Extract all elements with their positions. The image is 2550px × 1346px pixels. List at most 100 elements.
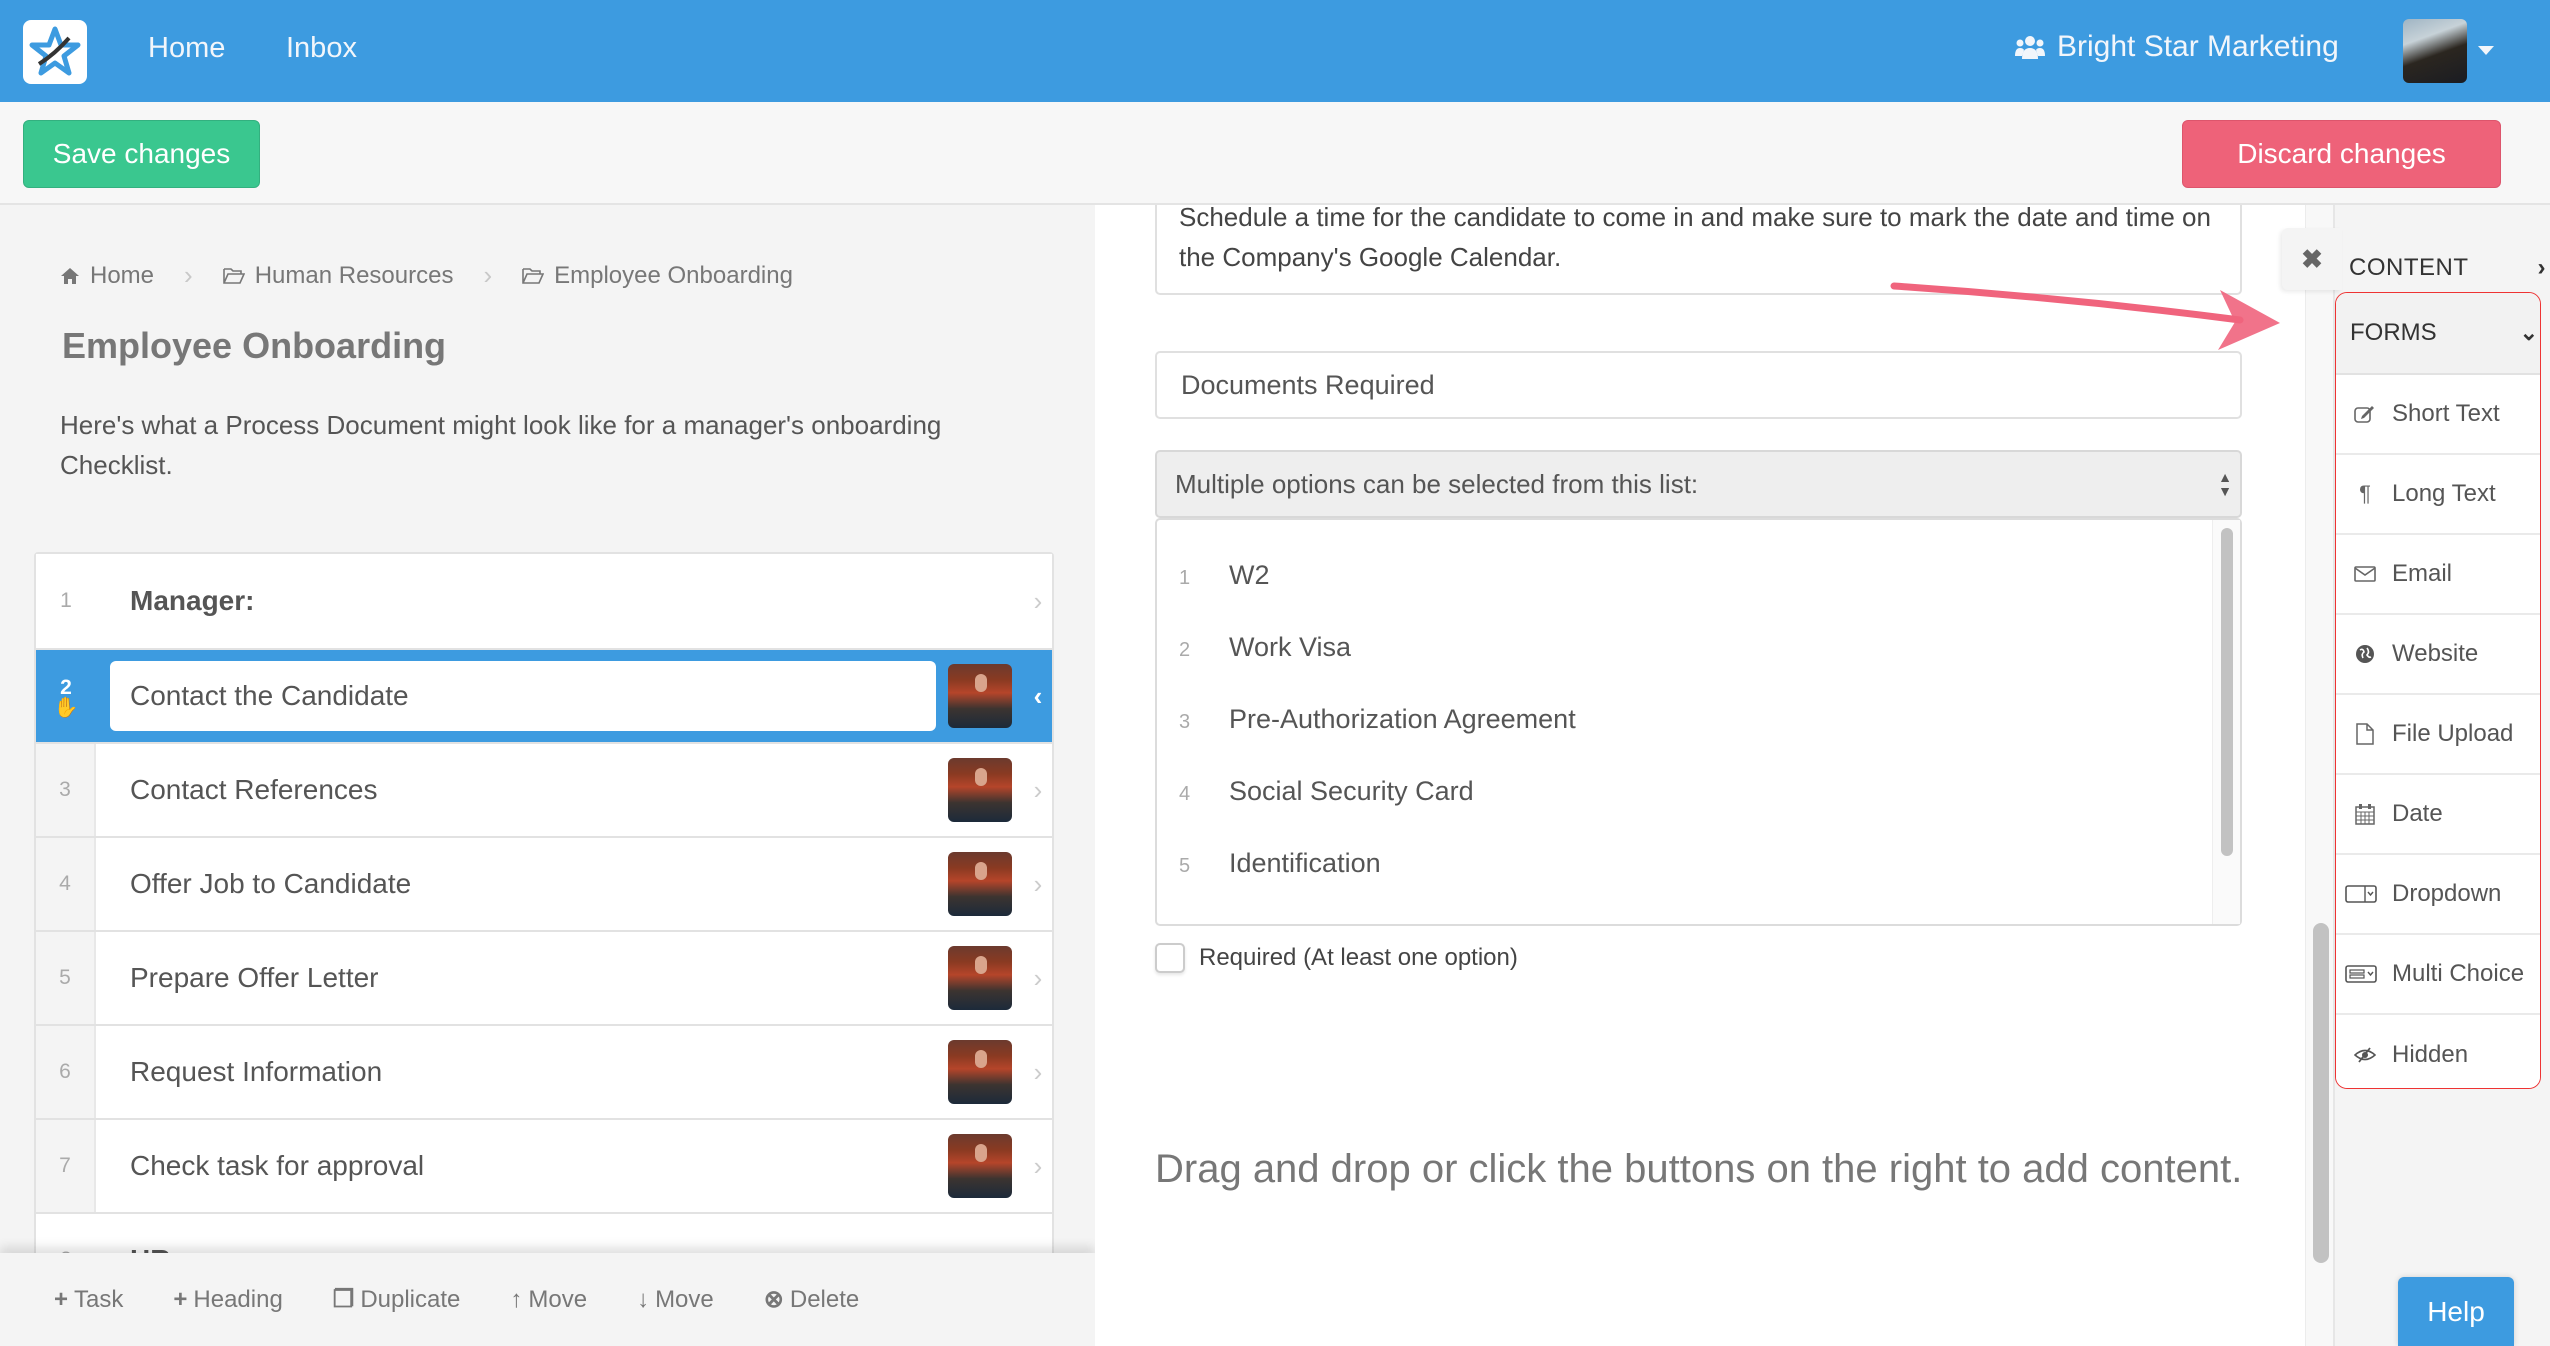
- task-row[interactable]: 1 Manager: ›: [36, 554, 1052, 648]
- task-row-active[interactable]: 2 ✋ Contact the Candidate ‹: [36, 648, 1052, 742]
- options-scrollbar[interactable]: [2212, 520, 2240, 924]
- options-list[interactable]: 1 W2 2 Work Visa 3 Pre-Authorization Agreem…: [1155, 518, 2242, 926]
- help-button[interactable]: Help: [2398, 1277, 2514, 1346]
- move-up-button[interactable]: ↑ Move: [510, 1286, 587, 1314]
- add-file-upload-button[interactable]: File Upload: [2336, 695, 2540, 775]
- section-label: CONTENT: [2349, 254, 2469, 281]
- option-item[interactable]: 2 Work Visa: [1179, 632, 1351, 663]
- task-number: 6: [36, 1026, 96, 1118]
- chevron-right-icon: ›: [1033, 774, 1043, 805]
- save-changes-button[interactable]: Save changes: [23, 120, 260, 188]
- plus-icon: +: [173, 1285, 188, 1313]
- add-website-button[interactable]: Website: [2336, 615, 2540, 695]
- caret-down-icon[interactable]: [2478, 46, 2494, 55]
- document-panel: Home › Human Resources › Employee Onboar…: [0, 205, 1095, 1346]
- option-item[interactable]: 3 Pre-Authorization Agreement: [1179, 704, 1576, 735]
- option-number: 5: [1179, 855, 1191, 877]
- form-item-label: Multi Choice: [2392, 960, 2525, 987]
- task-label-input[interactable]: Contact the Candidate: [110, 661, 936, 731]
- form-item-label: File Upload: [2392, 720, 2514, 747]
- task-row[interactable]: 6 Request Information ›: [36, 1024, 1052, 1118]
- add-short-text-button[interactable]: Short Text: [2336, 375, 2540, 455]
- editor-scrollbar[interactable]: [2305, 205, 2335, 1346]
- assignee-avatar[interactable]: [948, 1040, 1012, 1104]
- nav-home-link[interactable]: Home: [148, 32, 225, 65]
- option-item[interactable]: 4 Social Security Card: [1179, 776, 1474, 807]
- form-item-label: Hidden: [2392, 1041, 2469, 1068]
- arrow-up-icon: ↑: [510, 1285, 523, 1313]
- option-number: 3: [1179, 711, 1191, 733]
- discard-changes-button[interactable]: Discard changes: [2182, 120, 2501, 188]
- close-sidebar-button[interactable]: ✖: [2282, 228, 2342, 290]
- nav-inbox-link[interactable]: Inbox: [286, 32, 357, 65]
- option-label: Pre-Authorization Agreement: [1229, 704, 1576, 734]
- chevron-right-icon: ›: [1033, 1150, 1043, 1181]
- scrollbar-thumb[interactable]: [2313, 923, 2329, 1263]
- user-avatar[interactable]: [2403, 19, 2467, 83]
- forms-section: FORMS ⌄ Short Text ¶ Long Text Email Web…: [2335, 292, 2541, 1089]
- breadcrumb-home[interactable]: Home: [60, 262, 154, 290]
- add-heading-button[interactable]: + Heading: [173, 1286, 282, 1314]
- add-date-button[interactable]: Date: [2336, 775, 2540, 855]
- task-number: 2 ✋: [36, 650, 96, 742]
- option-item[interactable]: 5 Identification: [1179, 848, 1381, 879]
- assignee-avatar[interactable]: [948, 758, 1012, 822]
- eye-slash-icon: [2352, 1047, 2378, 1063]
- globe-icon: [2352, 644, 2378, 664]
- forms-section-toggle[interactable]: FORMS ⌄: [2336, 293, 2540, 375]
- required-label: Required (At least one option): [1199, 944, 1518, 971]
- chevron-right-icon: ›: [1033, 962, 1043, 993]
- task-label: Request Information: [130, 1056, 383, 1087]
- copy-icon: ❐: [332, 1286, 355, 1313]
- select-value: Multiple options can be selected from th…: [1175, 468, 1699, 499]
- required-checkbox[interactable]: [1155, 943, 1185, 973]
- organization-switcher[interactable]: Bright Star Marketing: [2015, 30, 2339, 64]
- assignee-avatar[interactable]: [948, 946, 1012, 1010]
- chevron-right-icon: ›: [1033, 585, 1043, 616]
- add-multi-choice-button[interactable]: Multi Choice: [2336, 935, 2540, 1015]
- move-down-button[interactable]: ↓ Move: [637, 1286, 714, 1314]
- option-number: 2: [1179, 639, 1191, 661]
- task-label: Prepare Offer Letter: [130, 962, 379, 993]
- form-item-label: Date: [2392, 800, 2443, 827]
- app-logo[interactable]: [23, 20, 87, 84]
- task-editor: Schedule a time for the candidate to com…: [1095, 205, 2305, 1346]
- add-task-button[interactable]: + Task: [54, 1286, 123, 1314]
- task-number: 4: [36, 838, 96, 930]
- add-email-button[interactable]: Email: [2336, 535, 2540, 615]
- duplicate-button[interactable]: ❐ Duplicate: [333, 1285, 461, 1314]
- chevron-down-icon: ⌄: [2519, 320, 2538, 345]
- users-icon: [2015, 36, 2045, 59]
- page-title: Employee Onboarding: [62, 325, 447, 366]
- scrollbar-thumb[interactable]: [2221, 528, 2233, 856]
- assignee-avatar[interactable]: [948, 852, 1012, 916]
- breadcrumb-label: Employee Onboarding: [554, 261, 793, 289]
- form-field-title-input[interactable]: Documents Required: [1155, 351, 2242, 419]
- chevron-right-icon: ›: [1033, 868, 1043, 899]
- assignee-avatar[interactable]: [948, 664, 1012, 728]
- breadcrumb-human-resources[interactable]: Human Resources: [222, 262, 453, 290]
- plus-icon: +: [54, 1285, 69, 1313]
- drag-hand-icon[interactable]: ✋: [54, 698, 79, 718]
- task-row[interactable]: 5 Prepare Offer Letter ›: [36, 930, 1052, 1024]
- selection-mode-select[interactable]: Multiple options can be selected from th…: [1155, 450, 2242, 518]
- add-hidden-button[interactable]: Hidden: [2336, 1015, 2540, 1088]
- delete-button[interactable]: ⊗ Delete: [764, 1285, 859, 1314]
- assignee-avatar[interactable]: [948, 1134, 1012, 1198]
- required-checkbox-row[interactable]: Required (At least one option): [1155, 943, 1518, 973]
- organization-name: Bright Star Marketing: [2057, 30, 2339, 63]
- option-item[interactable]: 1 W2: [1179, 560, 1270, 591]
- close-icon: ✖: [2301, 243, 2323, 274]
- task-row[interactable]: 3 Contact References ›: [36, 742, 1052, 836]
- content-sidebar: CONTENT › FORMS ⌄ Short Text ¶ Long Text…: [2335, 205, 2550, 1346]
- task-row[interactable]: 7 Check task for approval ›: [36, 1118, 1052, 1212]
- folder-open-icon: [222, 267, 245, 284]
- add-long-text-button[interactable]: ¶ Long Text: [2336, 455, 2540, 535]
- chevron-right-icon: ›: [483, 260, 493, 290]
- chevron-right-icon: ›: [2537, 254, 2546, 281]
- task-description-field[interactable]: Schedule a time for the candidate to com…: [1155, 205, 2242, 295]
- task-list: 1 Manager: › 2 ✋ Contact the Candidate ‹…: [34, 552, 1054, 1308]
- add-dropdown-button[interactable]: Dropdown: [2336, 855, 2540, 935]
- task-row[interactable]: 4 Offer Job to Candidate ›: [36, 836, 1052, 930]
- breadcrumb-employee-onboarding[interactable]: Employee Onboarding: [522, 262, 793, 290]
